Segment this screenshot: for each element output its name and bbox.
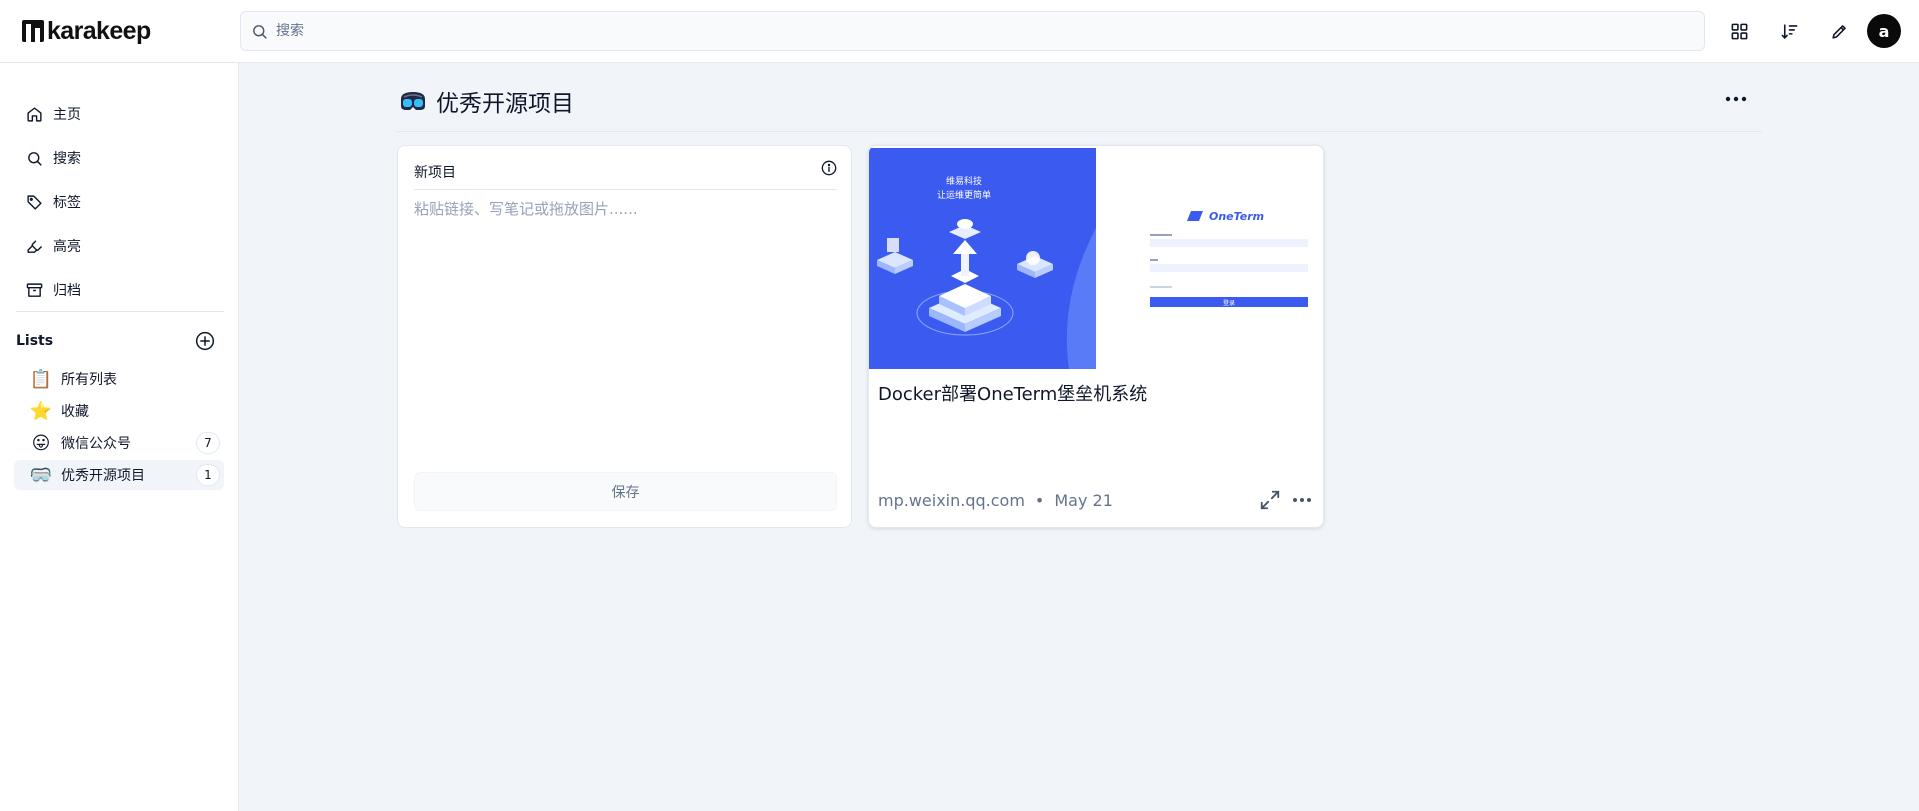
pencil-icon (1831, 24, 1846, 39)
sort-icon (1781, 23, 1797, 39)
list-item-label: 所有列表 (61, 372, 117, 388)
thumbnail-headline-2: 让运维更简单 (937, 189, 991, 201)
nav-item-highlights[interactable]: 高亮 (26, 229, 222, 263)
search-icon (28, 151, 42, 166)
list-item-label: 微信公众号 (61, 436, 131, 452)
list-item-all-lists[interactable]: 📋 所有列表 (14, 364, 224, 394)
user-avatar[interactable]: a (1867, 14, 1901, 48)
new-item-divider (414, 189, 837, 190)
info-button[interactable] (821, 160, 839, 178)
nav-item-home[interactable]: 主页 (26, 97, 222, 131)
sidebar: 主页 搜索 标签 高亮 归档 Lists 📋 所有列表 ⭐ 收藏 😛 微信公众号… (0, 63, 239, 811)
bookmark-thumbnail[interactable]: 维易科技 让运维更简单 OneTerm 登录 (869, 148, 1324, 369)
nav-item-tags[interactable]: 标签 (26, 185, 222, 219)
search-input[interactable] (276, 23, 1704, 39)
nav-item-label: 搜索 (53, 151, 81, 167)
page-title: 优秀开源项目 (398, 84, 574, 118)
thumbnail-headline-1: 维易科技 (946, 175, 982, 187)
clipboard-icon: 📋 (29, 368, 53, 390)
search-icon (253, 24, 267, 39)
logo-icon (22, 20, 44, 42)
expand-button[interactable] (1259, 489, 1281, 511)
nav-item-label: 标签 (53, 195, 81, 211)
new-item-card: 新项目 保存 (397, 145, 852, 528)
goggles-icon (401, 92, 425, 110)
tag-icon (27, 194, 42, 210)
bookmark-card[interactable]: 维易科技 让运维更简单 OneTerm 登录 Docker部署OneTerm堡垒… (868, 145, 1324, 528)
page-title-text: 优秀开源项目 (436, 91, 574, 117)
nav-item-archive[interactable]: 归档 (26, 273, 222, 307)
list-options-button[interactable] (1722, 88, 1750, 110)
new-item-title: 新项目 (414, 165, 456, 181)
bookmark-meta: mp.weixin.qq.com • May 21 (878, 491, 1113, 510)
edit-button[interactable] (1825, 17, 1853, 45)
info-icon (821, 160, 837, 176)
bookmark-domain[interactable]: mp.weixin.qq.com (878, 491, 1025, 510)
sidebar-divider (16, 311, 224, 312)
nav-item-label: 高亮 (53, 239, 81, 255)
app-logo[interactable]: karakeep (22, 17, 240, 46)
title-divider (397, 131, 1762, 132)
highlighter-icon (27, 239, 43, 253)
nav-item-label: 归档 (53, 283, 81, 299)
archive-icon (26, 282, 43, 297)
more-horizontal-icon (1725, 96, 1747, 102)
grid-icon (1731, 23, 1747, 39)
thumbnail-brand: OneTerm (1209, 210, 1264, 223)
save-button[interactable]: 保存 (414, 472, 837, 511)
list-item-label: 优秀开源项目 (61, 468, 145, 484)
search-bar[interactable] (240, 11, 1705, 51)
thumbnail-login-label: 登录 (1223, 299, 1235, 307)
more-horizontal-icon (1293, 498, 1311, 502)
tongue-emoji-icon: 😛 (31, 432, 51, 454)
list-item-open-source[interactable]: 🥽 优秀开源项目 1 (14, 460, 224, 490)
expand-icon (1260, 490, 1280, 510)
home-icon (27, 106, 42, 122)
plus-circle-icon (195, 331, 215, 351)
meta-separator: • (1034, 491, 1045, 510)
grid-view-button[interactable] (1725, 17, 1753, 45)
nav-item-label: 主页 (53, 107, 81, 123)
lists-heading: Lists (16, 333, 54, 349)
new-item-input[interactable] (414, 198, 837, 450)
add-list-button[interactable] (195, 331, 215, 351)
list-item-label: 收藏 (61, 404, 89, 420)
top-header: karakeep a (0, 0, 1919, 63)
list-count-badge: 1 (196, 464, 220, 486)
goggles-icon: 🥽 (29, 464, 53, 486)
bookmark-options-button[interactable] (1289, 489, 1315, 511)
app-name: karakeep (47, 16, 151, 45)
bookmark-date: May 21 (1054, 491, 1113, 510)
sort-button[interactable] (1775, 17, 1803, 45)
list-item-wechat[interactable]: 😛 微信公众号 7 (14, 428, 224, 458)
star-icon: ⭐ (29, 400, 53, 422)
list-count-badge: 7 (196, 432, 220, 454)
bookmark-title[interactable]: Docker部署OneTerm堡垒机系统 (878, 380, 1147, 406)
nav-item-search[interactable]: 搜索 (26, 141, 222, 175)
list-item-favorites[interactable]: ⭐ 收藏 (14, 396, 224, 426)
